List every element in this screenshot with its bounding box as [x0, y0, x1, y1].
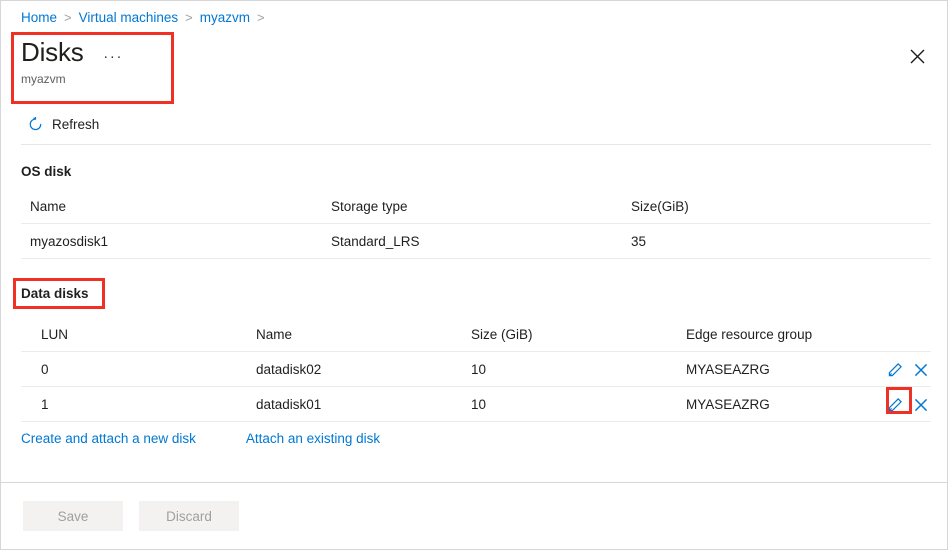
cell-disk-name: datadisk01 — [256, 396, 322, 412]
refresh-icon — [27, 116, 43, 132]
column-header-name: Name — [30, 198, 67, 214]
discard-button[interactable]: Discard — [139, 501, 239, 531]
column-header-lun: LUN — [41, 326, 69, 342]
data-disks-table-header: LUN Name Size (GiB) Edge resource group — [21, 317, 931, 352]
breadcrumb-item-virtual-machines[interactable]: Virtual machines — [79, 10, 179, 26]
disks-blade: Home > Virtual machines > myazvm > Disks… — [0, 0, 948, 550]
cell-os-disk-storage-type: Standard_LRS — [331, 233, 420, 249]
refresh-label: Refresh — [52, 116, 100, 132]
delete-x-icon[interactable] — [911, 360, 931, 380]
table-row[interactable]: myazosdisk1 Standard_LRS 35 — [21, 224, 931, 259]
edit-pencil-icon[interactable] — [885, 395, 905, 415]
cell-lun: 0 — [41, 361, 49, 377]
breadcrumb-item-myazvm[interactable]: myazvm — [200, 10, 250, 26]
command-bar: Refresh — [1, 107, 947, 141]
save-button[interactable]: Save — [23, 501, 123, 531]
column-header-name: Name — [256, 326, 293, 342]
breadcrumb-separator-icon: > — [64, 10, 72, 25]
cell-lun: 1 — [41, 396, 49, 412]
footer-divider — [1, 482, 947, 483]
table-row[interactable]: 1 datadisk01 10 MYASEAZRG — [21, 387, 931, 422]
disk-action-links: Create and attach a new disk Attach an e… — [21, 431, 380, 446]
close-icon[interactable] — [905, 44, 929, 68]
column-header-storage-type: Storage type — [331, 198, 408, 214]
cell-size: 10 — [471, 361, 487, 377]
row-actions — [885, 352, 931, 387]
footer-actions: Save Discard — [23, 501, 239, 531]
os-disk-section-title: OS disk — [21, 164, 72, 179]
cell-edge-resource-group: MYASEAZRG — [686, 396, 770, 412]
create-and-attach-new-disk-link[interactable]: Create and attach a new disk — [21, 431, 196, 446]
attach-existing-disk-link[interactable]: Attach an existing disk — [246, 431, 380, 446]
os-disk-table-header: Name Storage type Size(GiB) — [21, 189, 931, 224]
cell-os-disk-name: myazosdisk1 — [30, 233, 109, 249]
refresh-button[interactable]: Refresh — [27, 110, 109, 138]
breadcrumb: Home > Virtual machines > myazvm > — [21, 10, 272, 26]
cell-size: 10 — [471, 396, 487, 412]
delete-x-icon[interactable] — [911, 395, 931, 415]
column-header-edge-resource-group: Edge resource group — [686, 326, 813, 342]
page-title-block: Disks ... myazvm — [21, 37, 171, 87]
column-header-size: Size(GiB) — [631, 198, 689, 214]
data-disks-section-title: Data disks — [21, 286, 89, 301]
breadcrumb-separator-icon: > — [257, 10, 265, 25]
os-disk-table: Name Storage type Size(GiB) myazosdisk1 … — [21, 189, 931, 259]
page-subtitle: myazvm — [21, 72, 66, 86]
column-header-size: Size (GiB) — [471, 326, 533, 342]
cell-edge-resource-group: MYASEAZRG — [686, 361, 770, 377]
breadcrumb-separator-icon: > — [185, 10, 193, 25]
title-row: Disks ... — [21, 37, 171, 67]
row-actions — [885, 387, 931, 422]
table-row[interactable]: 0 datadisk02 10 MYASEAZRG — [21, 352, 931, 387]
command-bar-divider — [21, 144, 931, 145]
cell-os-disk-size: 35 — [631, 233, 647, 249]
page-title: Disks — [21, 37, 84, 67]
cell-disk-name: datadisk02 — [256, 361, 322, 377]
edit-pencil-icon[interactable] — [885, 360, 905, 380]
more-options-ellipsis-icon[interactable]: ... — [104, 46, 124, 61]
data-disks-table: LUN Name Size (GiB) Edge resource group … — [21, 317, 931, 422]
breadcrumb-item-home[interactable]: Home — [21, 10, 57, 26]
